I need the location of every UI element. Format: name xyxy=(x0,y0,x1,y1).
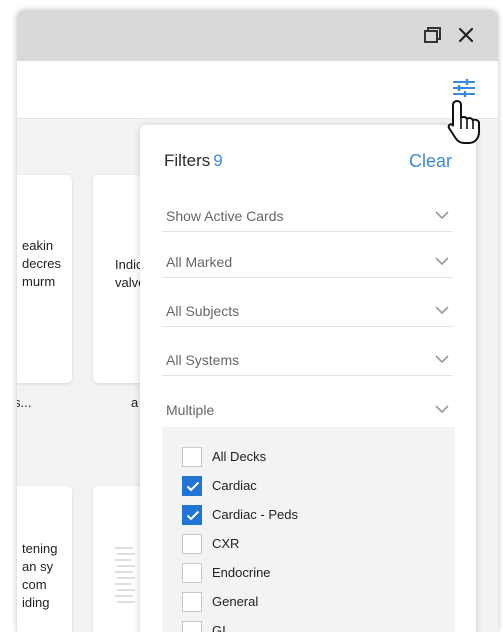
decks-filter-value: Multiple xyxy=(166,402,215,418)
card-text-line: valve xyxy=(115,275,143,290)
chevron-down-icon xyxy=(435,257,449,266)
title-bar xyxy=(17,10,498,61)
app-window: eakin decres murm s... Indic valve a ten… xyxy=(17,10,498,632)
decks-filter-select[interactable]: Multiple xyxy=(162,395,453,425)
card-text-line: an sy xyxy=(22,559,54,574)
marked-filter-select[interactable]: All Marked xyxy=(162,247,453,278)
deck-option-label: General xyxy=(212,594,259,609)
flashcard[interactable]: Indic valve xyxy=(93,175,143,383)
card-text-line: iding xyxy=(22,595,50,610)
flashcard[interactable] xyxy=(93,486,143,632)
card-thumbnail-image xyxy=(115,547,135,603)
deck-option-label: CXR xyxy=(212,536,240,551)
deck-option-label: Cardiac xyxy=(212,478,257,493)
flashcard[interactable]: eakin decres murm xyxy=(17,175,72,383)
flashcard[interactable]: tening an sy com iding xyxy=(17,486,72,632)
toolbar xyxy=(17,61,498,119)
status-filter-value: Show Active Cards xyxy=(166,208,284,224)
subjects-filter-value: All Subjects xyxy=(166,303,240,319)
filters-panel: Filters 9 Clear Show Active Cards All Mar… xyxy=(140,125,476,632)
card-text-line: tening xyxy=(22,541,58,556)
card-text-line: decres xyxy=(22,256,62,271)
marked-filter-value: All Marked xyxy=(166,254,233,270)
clear-button[interactable]: Clear xyxy=(409,151,452,172)
card-text-line: Indic xyxy=(115,257,143,272)
deck-checkbox[interactable] xyxy=(182,447,202,467)
deck-option-label: All Decks xyxy=(212,449,267,464)
deck-checkbox[interactable] xyxy=(182,505,202,525)
card-caption: s... xyxy=(17,395,32,410)
systems-filter-select[interactable]: All Systems xyxy=(162,345,453,376)
status-filter-select[interactable]: Show Active Cards xyxy=(162,201,453,232)
filters-title: Filters 9 xyxy=(164,151,223,171)
checkmark-icon xyxy=(186,481,200,492)
checkmark-icon xyxy=(186,510,200,521)
deck-checkbox[interactable] xyxy=(182,563,202,583)
deck-options-list: All Decks Cardiac Cardiac - Peds CXR End… xyxy=(162,427,455,632)
chevron-down-icon xyxy=(435,355,449,364)
filters-count: 9 xyxy=(213,151,223,170)
restore-window-icon[interactable] xyxy=(419,22,445,48)
hand-pointer-cursor-icon xyxy=(447,100,480,144)
deck-option-label: Endocrine xyxy=(212,565,271,580)
deck-option-label: GI xyxy=(212,623,226,632)
card-text-line: eakin xyxy=(22,238,54,253)
deck-checkbox[interactable] xyxy=(182,621,202,632)
chevron-down-icon xyxy=(435,306,449,315)
card-caption: a xyxy=(131,395,139,410)
subjects-filter-select[interactable]: All Subjects xyxy=(162,296,453,327)
deck-option-label: Cardiac - Peds xyxy=(212,507,298,522)
chevron-up-icon xyxy=(435,405,449,414)
card-text-line: com xyxy=(22,577,47,592)
chevron-down-icon xyxy=(435,211,449,220)
systems-filter-value: All Systems xyxy=(166,352,240,368)
deck-checkbox[interactable] xyxy=(182,476,202,496)
card-text-line: murm xyxy=(22,274,56,289)
filters-title-label: Filters xyxy=(164,151,211,170)
deck-checkbox[interactable] xyxy=(182,534,202,554)
deck-checkbox[interactable] xyxy=(182,592,202,612)
close-icon[interactable] xyxy=(453,22,479,48)
